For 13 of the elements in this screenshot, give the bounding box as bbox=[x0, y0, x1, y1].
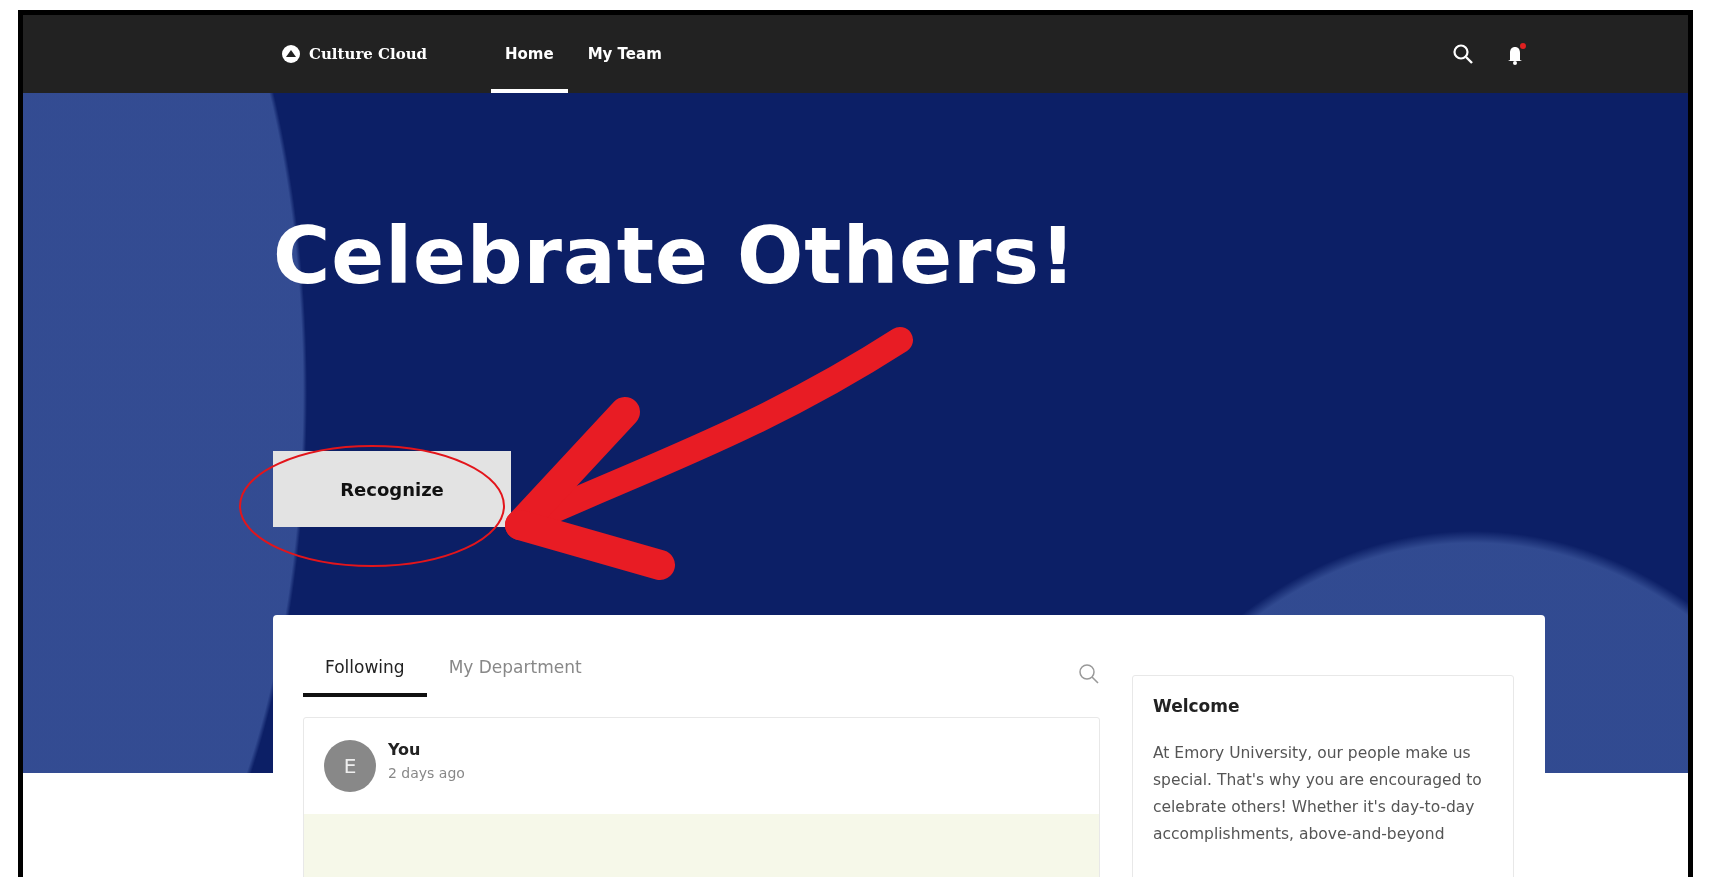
feed-tab[interactable]: Following bbox=[303, 651, 427, 697]
post-time: 2 days ago bbox=[388, 765, 465, 781]
avatar: E bbox=[324, 740, 376, 792]
feed-tab[interactable]: My Department bbox=[426, 651, 604, 697]
welcome-title: Welcome bbox=[1153, 696, 1241, 716]
nav-link[interactable]: My Team bbox=[573, 15, 676, 93]
search-icon[interactable] bbox=[1452, 43, 1474, 65]
hero-title: Celebrate Others! bbox=[273, 211, 1078, 301]
welcome-text: At Emory University, our people make us special. That's why you are encouraged to celebrate others! Whether it's day-to-day accomplishments, above-and-beyond bbox=[1153, 743, 1483, 845]
post-author: You bbox=[388, 740, 422, 759]
recognize-button[interactable]: Recognize bbox=[273, 451, 511, 527]
logo-icon bbox=[281, 44, 301, 64]
app-logo-text[interactable]: Culture Cloud bbox=[309, 45, 428, 63]
